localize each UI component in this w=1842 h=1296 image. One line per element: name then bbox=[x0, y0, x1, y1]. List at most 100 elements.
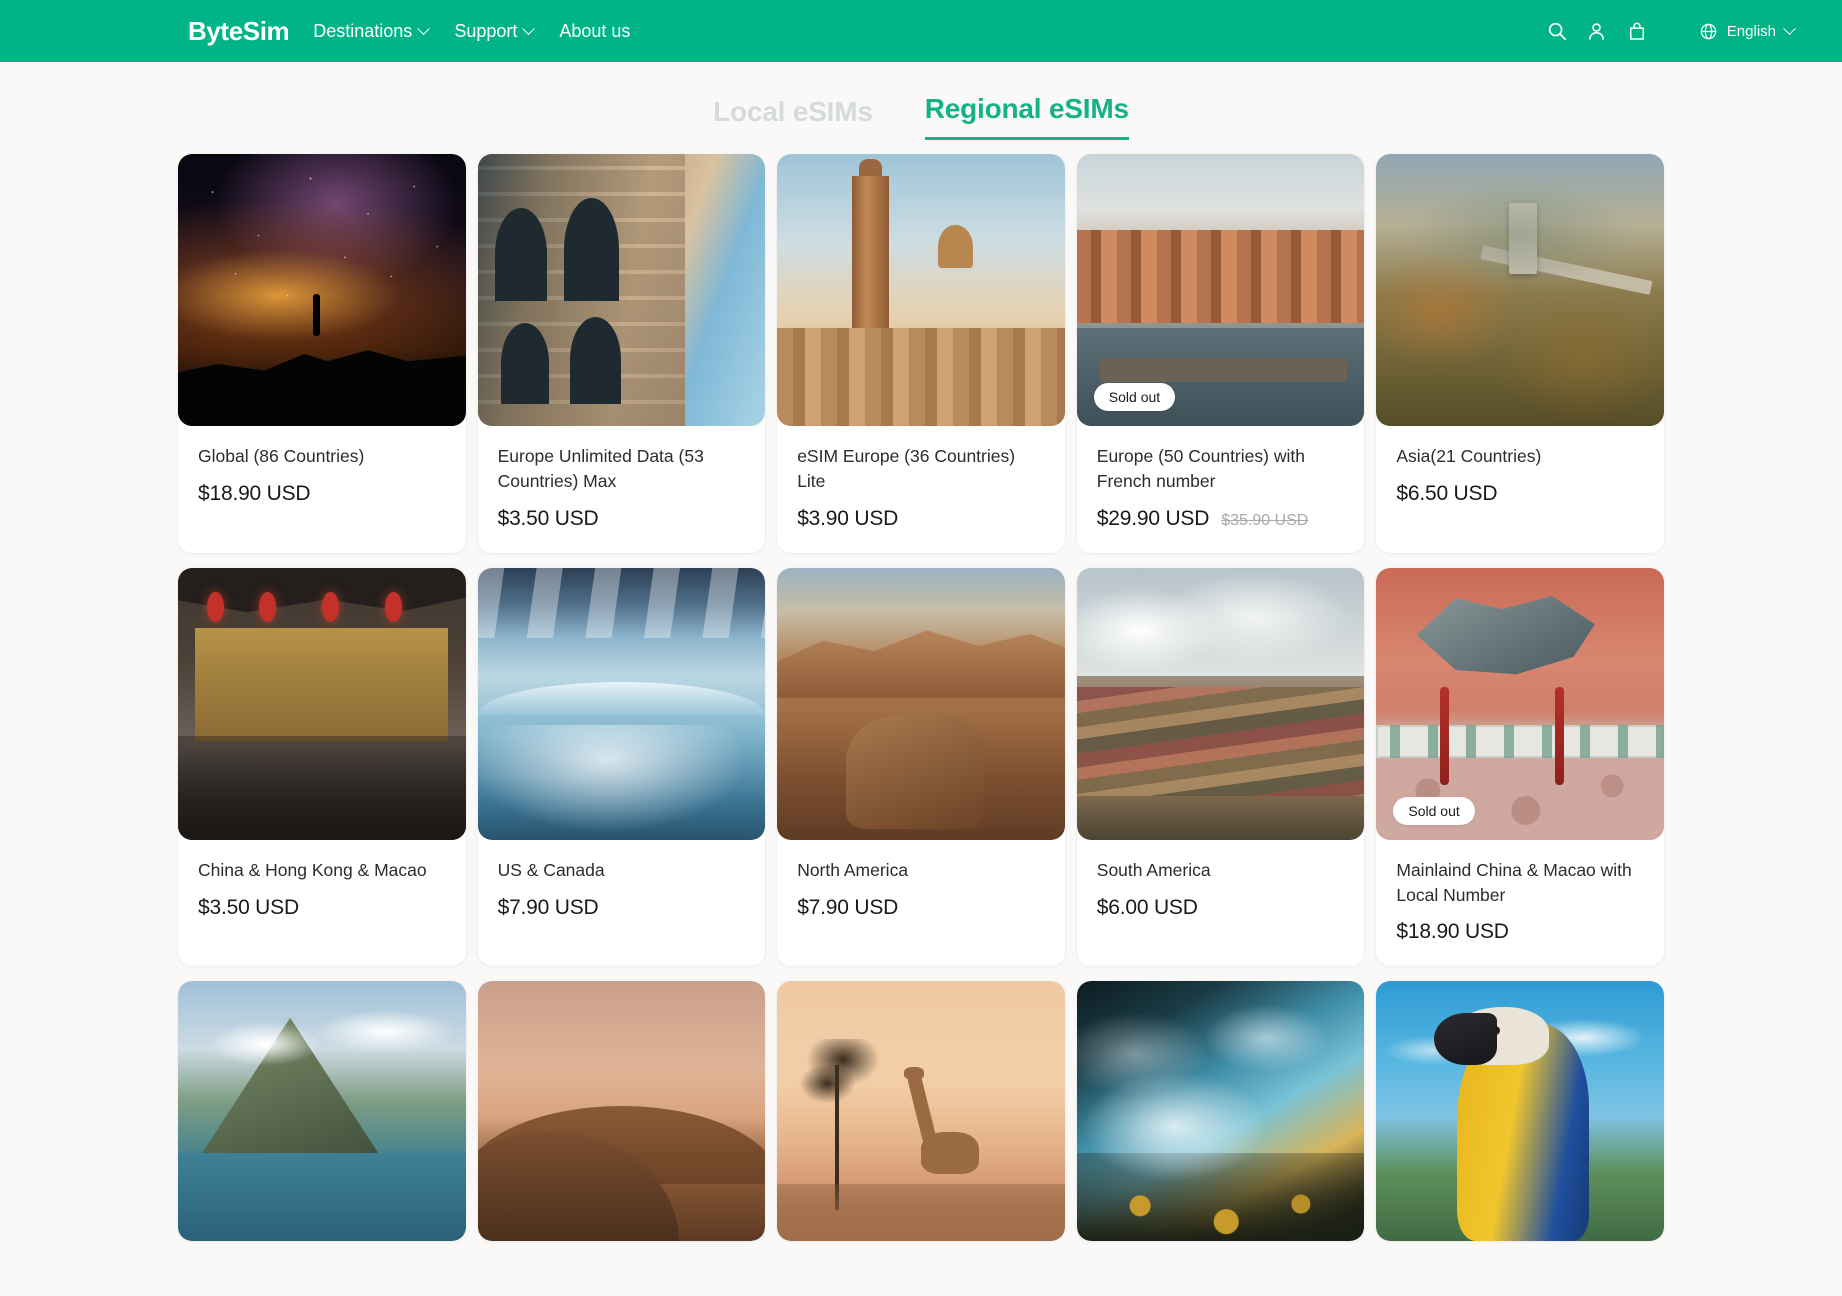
brand-logo[interactable]: ByteSim bbox=[188, 15, 290, 47]
product-row-partial bbox=[178, 981, 1664, 1242]
image-decor bbox=[313, 294, 321, 337]
product-title: South America bbox=[1096, 859, 1211, 880]
product-card[interactable] bbox=[1376, 981, 1664, 1242]
sold-out-badge: Sold out bbox=[1093, 383, 1176, 411]
image-decor bbox=[494, 208, 547, 301]
product-card[interactable] bbox=[777, 981, 1065, 1242]
globe-icon bbox=[1700, 23, 1717, 39]
product-card[interactable] bbox=[178, 981, 466, 1242]
product-card[interactable]: Asia(21 Countries) $6.50 USD bbox=[1376, 154, 1664, 553]
product-title: Mainlaind China & Macao with Local Numbe… bbox=[1396, 859, 1632, 905]
product-title: China & Hong Kong & Macao bbox=[198, 859, 427, 880]
product-thumbnail bbox=[777, 981, 1065, 1242]
image-decor bbox=[1076, 230, 1365, 323]
product-card[interactable]: China & Hong Kong & Macao $3.50 USD bbox=[178, 567, 466, 967]
image-decor bbox=[777, 1184, 1065, 1242]
image-decor bbox=[1439, 687, 1449, 786]
nav-item-support[interactable]: Support bbox=[454, 21, 536, 42]
product-compare-at-price: $35.90 USD bbox=[1221, 511, 1309, 529]
product-card[interactable]: South America $6.00 USD bbox=[1076, 567, 1365, 967]
product-info: China & Hong Kong & Macao $3.50 USD bbox=[178, 840, 466, 967]
cart-button[interactable] bbox=[1617, 11, 1657, 51]
product-image-south-america bbox=[1076, 567, 1365, 840]
image-decor bbox=[563, 197, 619, 301]
image-decor bbox=[178, 350, 466, 426]
product-price-row: $18.90 USD bbox=[1396, 920, 1644, 944]
product-image-europe-unlimited bbox=[477, 154, 766, 426]
product-thumbnail bbox=[1076, 567, 1365, 840]
product-price: $3.50 USD bbox=[198, 895, 299, 919]
image-decor bbox=[1099, 358, 1348, 383]
product-card[interactable]: Global (86 Countries) $18.90 USD bbox=[178, 154, 466, 553]
product-thumbnail bbox=[1376, 154, 1664, 426]
product-thumbnail bbox=[178, 154, 466, 426]
image-decor bbox=[1076, 687, 1365, 797]
product-card[interactable]: Sold out Mainlaind China & Macao with Lo… bbox=[1376, 567, 1664, 967]
image-decor bbox=[1076, 567, 1365, 677]
product-price-row: $3.50 USD bbox=[498, 507, 746, 531]
nav-item-destinations[interactable]: Destinations bbox=[313, 20, 431, 42]
image-decor bbox=[178, 736, 466, 840]
product-thumbnail bbox=[477, 567, 766, 840]
product-row: China & Hong Kong & Macao $3.50 USD US &… bbox=[178, 567, 1664, 967]
product-card[interactable]: eSIM Europe (36 Countries) Lite $3.90 US… bbox=[777, 154, 1065, 553]
product-card[interactable]: Sold out Europe (50 Countries) with Fren… bbox=[1076, 154, 1365, 553]
image-decor bbox=[920, 1132, 979, 1174]
image-decor bbox=[1076, 1152, 1365, 1242]
product-card[interactable] bbox=[1076, 981, 1365, 1242]
product-image-esim-europe-lite bbox=[777, 154, 1065, 426]
image-decor bbox=[777, 328, 1065, 426]
image-decor bbox=[1554, 687, 1564, 786]
product-thumbnail bbox=[1076, 981, 1365, 1242]
image-decor bbox=[1508, 202, 1538, 274]
brand-logo-text: ByteSim bbox=[188, 15, 290, 46]
language-selector[interactable]: English bbox=[1699, 21, 1796, 41]
product-info: Europe (50 Countries) with French number… bbox=[1077, 426, 1365, 553]
product-thumbnail bbox=[777, 567, 1065, 840]
sold-out-badge: Sold out bbox=[1393, 796, 1475, 825]
product-title: Asia(21 Countries) bbox=[1396, 446, 1542, 466]
product-card[interactable] bbox=[477, 981, 766, 1242]
product-image-north-america bbox=[777, 567, 1065, 840]
tab-local-esims[interactable]: Local eSIMs bbox=[713, 96, 873, 140]
image-decor bbox=[477, 725, 766, 840]
image-decor bbox=[477, 681, 766, 715]
language-label: English bbox=[1726, 22, 1776, 40]
product-price-row: $7.90 USD bbox=[498, 896, 746, 920]
image-decor bbox=[477, 567, 766, 639]
product-thumbnail bbox=[777, 154, 1065, 426]
product-card[interactable]: North America $7.90 USD bbox=[777, 567, 1065, 967]
product-image-asia bbox=[1376, 154, 1664, 426]
cart-icon bbox=[1629, 22, 1644, 40]
product-card[interactable]: Europe Unlimited Data (53 Countries) Max… bbox=[477, 154, 766, 553]
product-thumbnail bbox=[178, 567, 466, 840]
search-button[interactable] bbox=[1537, 11, 1577, 51]
product-info: Asia(21 Countries) $6.50 USD bbox=[1376, 426, 1664, 553]
esim-type-tabs: Local eSIMs Regional eSIMs bbox=[0, 62, 1842, 140]
nav-item-about-us[interactable]: About us bbox=[559, 21, 630, 42]
product-card[interactable]: US & Canada $7.90 USD bbox=[477, 567, 766, 967]
image-decor bbox=[258, 592, 276, 623]
product-info: North America $7.90 USD bbox=[777, 840, 1065, 967]
search-icon bbox=[1548, 22, 1566, 41]
product-thumbnail: Sold out bbox=[1076, 154, 1365, 426]
image-decor bbox=[938, 224, 973, 269]
image-decor bbox=[178, 996, 466, 1075]
product-info: Mainlaind China & Macao with Local Numbe… bbox=[1376, 840, 1664, 967]
product-thumbnail bbox=[477, 981, 766, 1242]
image-decor bbox=[846, 714, 985, 829]
account-button[interactable] bbox=[1577, 11, 1617, 51]
product-price: $6.00 USD bbox=[1096, 895, 1198, 919]
product-title: Europe Unlimited Data (53 Countries) Max bbox=[497, 446, 704, 491]
product-info: US & Canada $7.90 USD bbox=[478, 840, 766, 967]
product-image-us-canada bbox=[477, 567, 766, 840]
product-title: Global (86 Countries) bbox=[198, 446, 365, 466]
product-title: North America bbox=[797, 859, 909, 880]
product-image-middle-east bbox=[477, 981, 766, 1242]
image-decor bbox=[195, 627, 449, 742]
image-decor bbox=[1376, 725, 1664, 759]
nav-label-destinations: Destinations bbox=[313, 20, 413, 41]
product-thumbnail: Sold out bbox=[1376, 567, 1664, 840]
product-title: eSIM Europe (36 Countries) Lite bbox=[797, 446, 1016, 491]
tab-regional-esims[interactable]: Regional eSIMs bbox=[924, 93, 1129, 140]
